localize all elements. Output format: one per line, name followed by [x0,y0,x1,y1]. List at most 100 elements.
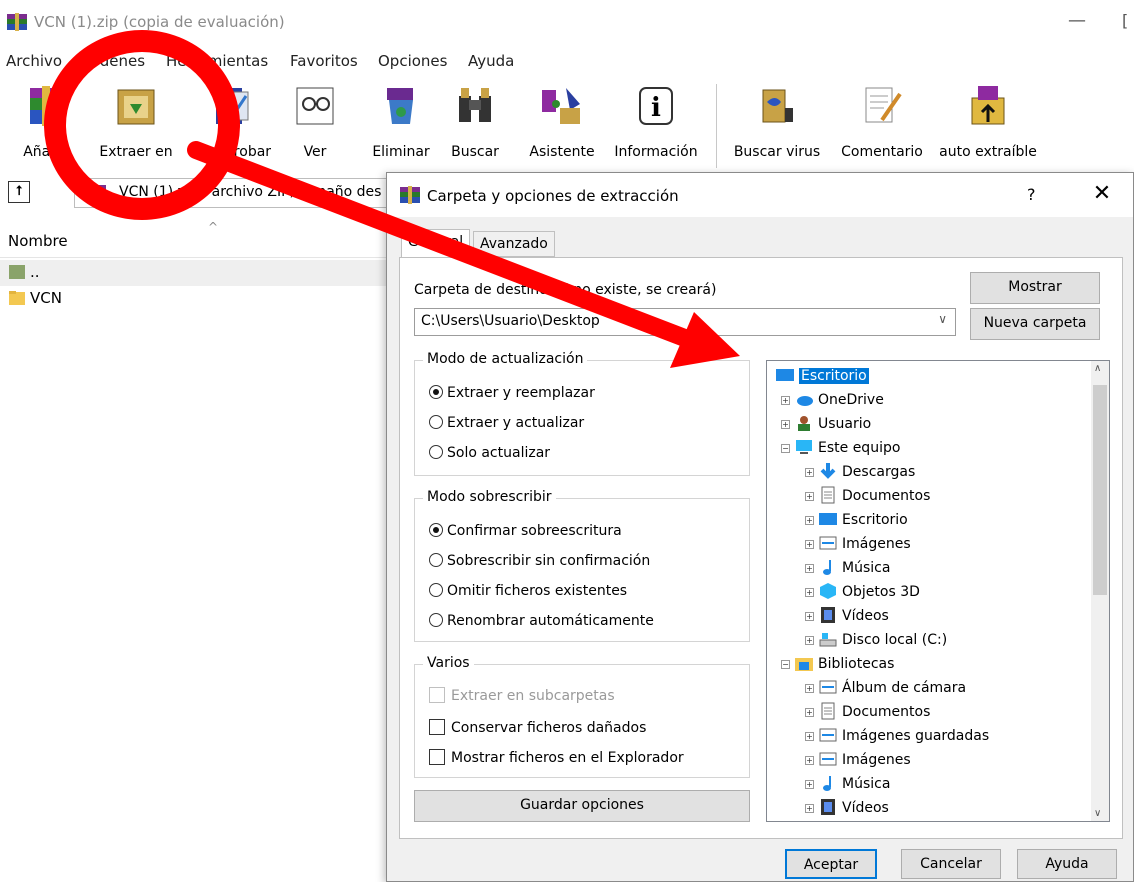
minimize-button[interactable]: — [1064,8,1090,34]
scroll-up-icon[interactable]: ∧ [1094,363,1101,374]
radio-icon [429,415,443,429]
expand-icon[interactable]: + [781,420,790,429]
find-binoculars-icon [459,88,491,122]
dialog-help-button[interactable]: ? [1027,185,1036,204]
delete-button[interactable]: Eliminar [364,78,438,168]
radio-auto-rename[interactable]: Renombrar automáticamente [429,613,654,629]
find-button[interactable]: Buscar [444,78,506,168]
expand-icon[interactable]: + [805,780,814,789]
list-item[interactable]: .. [0,260,390,286]
scroll-down-icon[interactable]: ∨ [1094,808,1101,819]
folder-tree[interactable]: Escritorio + OneDrive + Usuario − Este equi… [766,360,1110,822]
expand-icon[interactable]: + [805,492,814,501]
document-icon [821,486,835,504]
radio-icon [429,445,443,459]
menu-archivo[interactable]: Archivo [6,52,62,70]
expand-icon[interactable]: + [805,564,814,573]
tab-general[interactable]: General [401,229,471,259]
dialog-close-button[interactable]: ✕ [1087,181,1117,206]
expand-icon[interactable]: + [805,732,814,741]
wizard-button[interactable]: Asistente [522,78,602,168]
library-folder-icon [795,658,813,671]
tree-node-objetos-3d[interactable]: + Objetos 3D [805,581,920,603]
tree-node-imagenes-guardadas[interactable]: + Imágenes guardadas [805,725,989,747]
checkbox-keep-broken-files[interactable]: Conservar ficheros dañados [429,719,646,736]
cancel-button[interactable]: Cancelar [901,849,1001,879]
expand-icon[interactable]: + [805,588,814,597]
radio-skip-existing[interactable]: Omitir ficheros existentes [429,583,627,599]
help-button[interactable]: Ayuda [1017,849,1117,879]
tree-node-videos-lib[interactable]: + Vídeos [805,797,889,819]
tree-node-bibliotecas[interactable]: − Bibliotecas [781,653,894,675]
new-folder-button[interactable]: Nueva carpeta [970,308,1100,340]
tree-node-album-camara[interactable]: + Álbum de cámara [805,677,966,699]
radio-only-update[interactable]: Solo actualizar [429,445,550,461]
tree-node-descargas[interactable]: + Descargas [805,461,915,483]
view-button[interactable]: Ver [288,78,342,168]
destination-label: Carpeta de destino (si no existe, se cre… [414,282,717,298]
pictures-icon [819,728,837,742]
menu-ayuda[interactable]: Ayuda [468,52,514,70]
checkbox-show-in-explorer[interactable]: Mostrar ficheros en el Explorador [429,749,684,766]
tree-node-disco-local[interactable]: + Disco local (C:) [805,629,947,651]
tree-node-imagenes-lib[interactable]: + Imágenes [805,749,911,771]
computer-icon [796,440,812,454]
list-item[interactable]: VCN [0,286,390,312]
expand-icon[interactable]: + [805,708,814,717]
radio-overwrite-no-confirm[interactable]: Sobrescribir sin confirmación [429,553,650,569]
drive-icon [819,633,837,647]
tree-node-este-equipo[interactable]: − Este equipo [781,437,900,459]
radio-extract-replace[interactable]: Extraer y reemplazar [429,385,595,401]
expand-icon[interactable]: + [805,636,814,645]
menu-opciones[interactable]: Opciones [378,52,447,70]
virus-scan-icon [762,89,793,123]
expand-icon[interactable]: + [805,468,814,477]
menu-favoritos[interactable]: Favoritos [290,52,358,70]
radio-confirm-overwrite[interactable]: Confirmar sobreescritura [429,523,622,539]
tree-node-documentos-lib[interactable]: + Documentos [805,701,930,723]
expand-icon[interactable]: + [781,396,790,405]
tree-node-escritorio[interactable]: Escritorio [775,365,869,387]
up-folder-button[interactable]: ⭡ [8,181,30,203]
tree-scrollbar[interactable]: ∧ ∨ [1091,361,1109,821]
info-button[interactable]: i Información [608,78,704,168]
radio-extract-update[interactable]: Extraer y actualizar [429,415,584,431]
column-header-name[interactable]: Nombre [8,232,68,250]
collapse-icon[interactable]: − [781,660,790,669]
file-list: .. VCN [0,260,390,312]
virus-scan-button[interactable]: Buscar virus [728,78,826,168]
tab-avanzado[interactable]: Avanzado [473,231,555,257]
tree-node-musica-lib[interactable]: + Música [805,773,890,795]
expand-icon[interactable]: + [805,516,814,525]
user-icon [798,416,810,431]
maximize-button[interactable]: [ [1122,8,1134,34]
chevron-down-icon: ∨ [938,312,947,326]
expand-icon[interactable]: + [805,756,814,765]
cube-3d-icon [820,583,836,599]
expand-icon[interactable]: + [805,804,814,813]
cloud-icon [797,396,813,406]
self-extracting-button[interactable]: auto extraíble [934,78,1042,168]
accept-button[interactable]: Aceptar [785,849,877,879]
tree-node-musica[interactable]: + Música [805,557,890,579]
comment-button[interactable]: Comentario [834,78,930,168]
extraction-dialog: Carpeta y opciones de extracción ? ✕ Gen… [386,172,1134,882]
tree-node-onedrive[interactable]: + OneDrive [781,389,884,411]
winrar-icon [7,13,27,31]
tree-node-usuario[interactable]: + Usuario [781,413,871,435]
tree-node-documentos[interactable]: + Documentos [805,485,930,507]
show-button[interactable]: Mostrar [970,272,1100,304]
pictures-icon [819,536,837,550]
tree-node-videos[interactable]: + Vídeos [805,605,889,627]
expand-icon[interactable]: + [805,540,814,549]
expand-icon[interactable]: + [805,684,814,693]
update-mode-label: Modo de actualización [423,351,588,367]
winrar-icon [400,186,420,204]
expand-icon[interactable]: + [805,612,814,621]
tree-node-imagenes[interactable]: + Imágenes [805,533,911,555]
scrollbar-thumb[interactable] [1093,385,1107,595]
destination-path-combobox[interactable]: C:\Users\Usuario\Desktop ∨ [414,308,956,336]
tree-node-escritorio-2[interactable]: + Escritorio [805,509,908,531]
collapse-icon[interactable]: − [781,444,790,453]
save-options-button[interactable]: Guardar opciones [414,790,750,822]
